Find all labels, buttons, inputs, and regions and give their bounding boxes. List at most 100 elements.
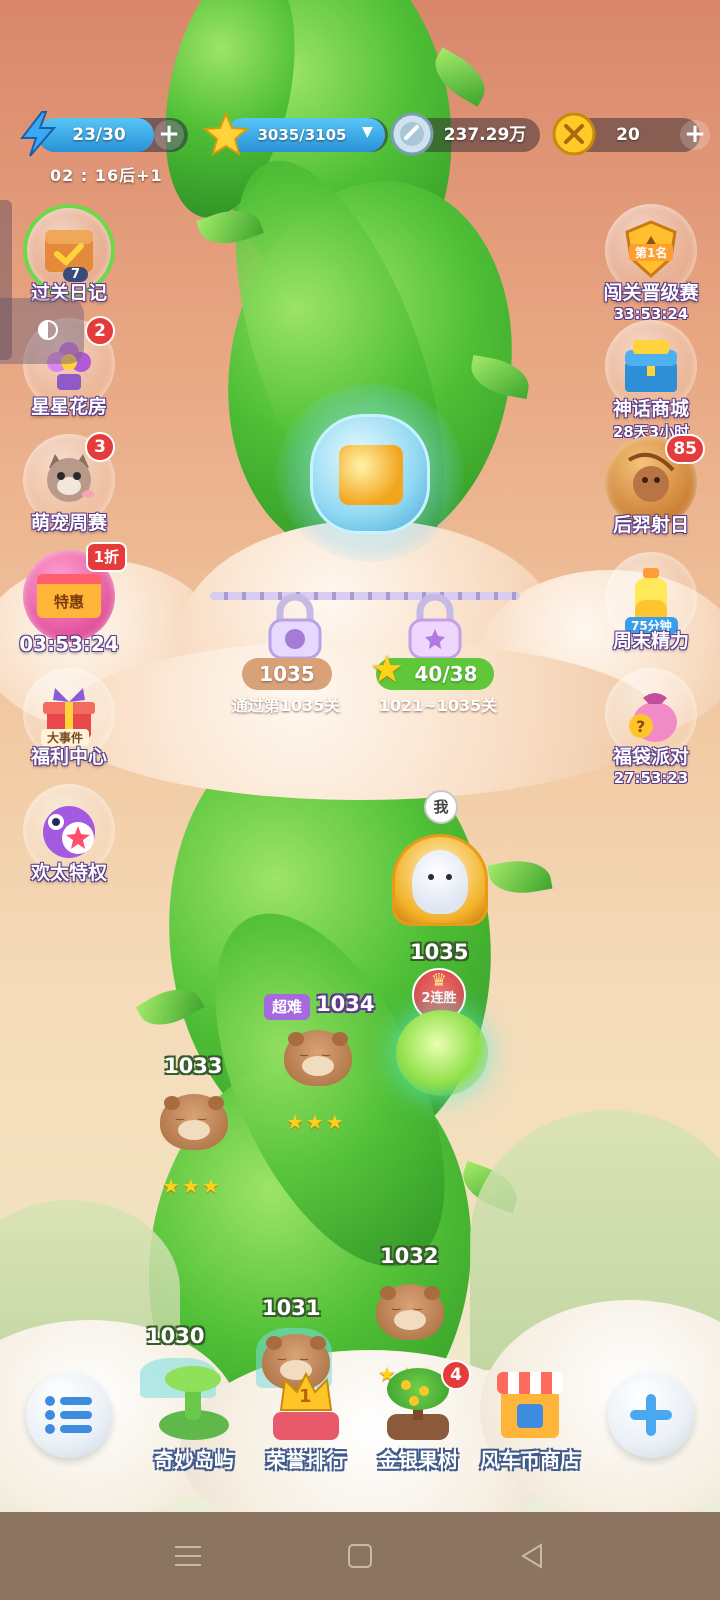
nav-honor-rank[interactable]: 1 荣誉排行 bbox=[242, 1366, 370, 1473]
sidebar-label-welfare-center: 福利中心 bbox=[30, 746, 107, 768]
nav-windmill-store[interactable]: 风车币商店 bbox=[466, 1366, 594, 1473]
sidebar-item-diary[interactable]: 7 过关日记 bbox=[10, 204, 128, 305]
badge-flower-house: 2 bbox=[85, 316, 115, 346]
sidebar-item-pet-contest[interactable]: 3 萌宠周赛 bbox=[10, 432, 128, 535]
sidebar-item-myth-mall[interactable]: 神话商城 28天3小时 bbox=[592, 320, 710, 442]
list-icon bbox=[45, 1396, 92, 1434]
add-gold-button[interactable]: + bbox=[680, 120, 710, 150]
otter-icon: ‿‿ bbox=[160, 1094, 228, 1150]
sidebar-label-promotion-contest: 闯关晋级赛 bbox=[603, 282, 699, 304]
treasure-chest-icon bbox=[625, 340, 677, 392]
rank-base bbox=[273, 1412, 339, 1440]
sidebar-label-heytap-privilege: 欢太特权 bbox=[30, 862, 107, 884]
nav-label-island: 奇妙岛屿 bbox=[154, 1448, 234, 1472]
sidebar-item-weekend-energy[interactable]: 75分钟 周末精力 bbox=[592, 552, 710, 653]
ghost-avatar-icon bbox=[412, 850, 468, 914]
nav-island[interactable]: 奇妙岛屿 bbox=[130, 1366, 258, 1473]
chain bbox=[210, 592, 520, 600]
current-level-node[interactable] bbox=[396, 1010, 488, 1096]
gold-coin-icon bbox=[548, 108, 600, 160]
island-leaves bbox=[165, 1366, 221, 1392]
lucky-bag-icon: ? bbox=[629, 693, 677, 742]
badge-discount: 1折 bbox=[85, 542, 127, 572]
energy-timer: 02 : 16后+1 bbox=[50, 166, 163, 185]
privilege-icon bbox=[43, 806, 95, 858]
fruit-tree-icon: 4 bbox=[375, 1360, 471, 1442]
player-tag: 我 bbox=[424, 790, 458, 824]
sidebar-label-weekend-energy: 周末精力 bbox=[612, 630, 689, 652]
add-button[interactable] bbox=[608, 1372, 694, 1458]
store-window bbox=[517, 1404, 543, 1428]
lock-right-value: 40/38 bbox=[414, 662, 478, 686]
offer-bubble: 特惠 1折 bbox=[23, 542, 127, 642]
offer-label: 特惠 bbox=[53, 592, 84, 611]
cloud bbox=[60, 640, 660, 800]
floating-tool[interactable] bbox=[0, 298, 84, 364]
home-square-icon[interactable] bbox=[340, 1536, 380, 1576]
chevron-down-icon[interactable]: ▼ bbox=[362, 124, 373, 140]
sidebar-label-flower-house: 星星花房 bbox=[30, 396, 107, 418]
sidebar-item-heytap-privilege[interactable]: 欢太特权 bbox=[10, 784, 128, 885]
lock-right-desc: 1021~1035关 bbox=[378, 696, 498, 715]
nav-label-honor-rank: 荣誉排行 bbox=[266, 1448, 346, 1472]
tree-crown bbox=[387, 1368, 449, 1410]
lucky-bag-timer: 27:53:23 bbox=[613, 769, 689, 787]
level-number: 1032 bbox=[380, 1244, 439, 1268]
star-icon: ★ bbox=[370, 647, 405, 691]
sidebar-item-lucky-bag[interactable]: ? 福袋派对 27:53:23 bbox=[592, 668, 710, 787]
golden-flowers-icon bbox=[339, 445, 403, 505]
level-number: 1033 bbox=[164, 1054, 223, 1078]
nav-label-fruit-tree: 金银果树 bbox=[378, 1448, 458, 1472]
difficulty-tag: 超难 bbox=[264, 994, 311, 1020]
otter-icon: ‿‿ bbox=[376, 1284, 444, 1340]
pouch-body bbox=[310, 414, 430, 534]
padlock-star-icon bbox=[408, 593, 462, 660]
nav-fruit-tree[interactable]: 4 金银果树 bbox=[354, 1360, 482, 1473]
nav-label-windmill-store: 风车币商店 bbox=[480, 1448, 580, 1472]
menu-lines-icon[interactable] bbox=[168, 1536, 208, 1576]
sidebar-item-houyi-archery[interactable]: 85 后羿射日 bbox=[592, 434, 710, 537]
level-stars: ★★★ bbox=[286, 1110, 346, 1134]
star-icon bbox=[200, 108, 252, 160]
offer-timer: 03:53:24 bbox=[19, 632, 119, 656]
edge-handle[interactable] bbox=[0, 200, 12, 360]
level-number: 1034 bbox=[316, 992, 375, 1016]
add-energy-button[interactable]: + bbox=[154, 120, 184, 150]
system-nav-bar bbox=[0, 1512, 720, 1600]
sidebar-label-lucky-bag: 福袋派对 bbox=[612, 746, 689, 768]
player-tag-text: 我 bbox=[433, 798, 449, 816]
difficulty-text: 超难 bbox=[272, 998, 303, 1016]
level-number: 1030 bbox=[146, 1324, 205, 1348]
back-triangle-icon[interactable] bbox=[512, 1536, 552, 1576]
rank-number: 1 bbox=[299, 1386, 312, 1407]
store-awning bbox=[497, 1372, 563, 1394]
sidebar-label-myth-mall: 神话商城 bbox=[612, 398, 689, 420]
level-number: 1031 bbox=[262, 1296, 321, 1320]
level-stars: ★★★ bbox=[162, 1174, 222, 1198]
crown-icon: ♛ bbox=[430, 970, 448, 991]
contrast-icon bbox=[38, 320, 58, 340]
lock-chain bbox=[210, 580, 520, 610]
sidebar-item-special-offer[interactable]: 特惠 1折 03:53:24 bbox=[10, 542, 128, 656]
store-icon bbox=[487, 1366, 573, 1442]
treasure-pouch[interactable] bbox=[276, 384, 464, 562]
plus-icon bbox=[630, 1394, 672, 1436]
player-avatar[interactable] bbox=[386, 830, 496, 930]
svg-text:?: ? bbox=[636, 717, 645, 736]
sidebar-item-promotion-contest[interactable]: 第1名 闯关晋级赛 33:53:24 bbox=[592, 204, 710, 323]
menu-button[interactable] bbox=[26, 1372, 112, 1458]
lock-right[interactable] bbox=[400, 592, 470, 662]
badge-archery: 85 bbox=[665, 434, 705, 464]
leaf bbox=[487, 855, 553, 899]
ghost-eyes bbox=[428, 874, 434, 880]
badge-pet-contest: 3 bbox=[85, 432, 115, 462]
streak-text: 2连胜 bbox=[421, 991, 457, 1006]
player-level-number: 1035 bbox=[410, 940, 469, 964]
tree-fruits bbox=[401, 1380, 411, 1390]
otter-icon: ‿‿ bbox=[284, 1030, 352, 1086]
sidebar-item-welfare-center[interactable]: 大事件 福利中心 bbox=[10, 668, 128, 769]
lock-left[interactable] bbox=[260, 592, 330, 662]
lock-left-desc: 通过第1035关 bbox=[231, 696, 341, 715]
sidebar-label-pet-contest: 萌宠周赛 bbox=[30, 512, 107, 534]
lock-left-value-pill: 1035 bbox=[242, 658, 332, 690]
